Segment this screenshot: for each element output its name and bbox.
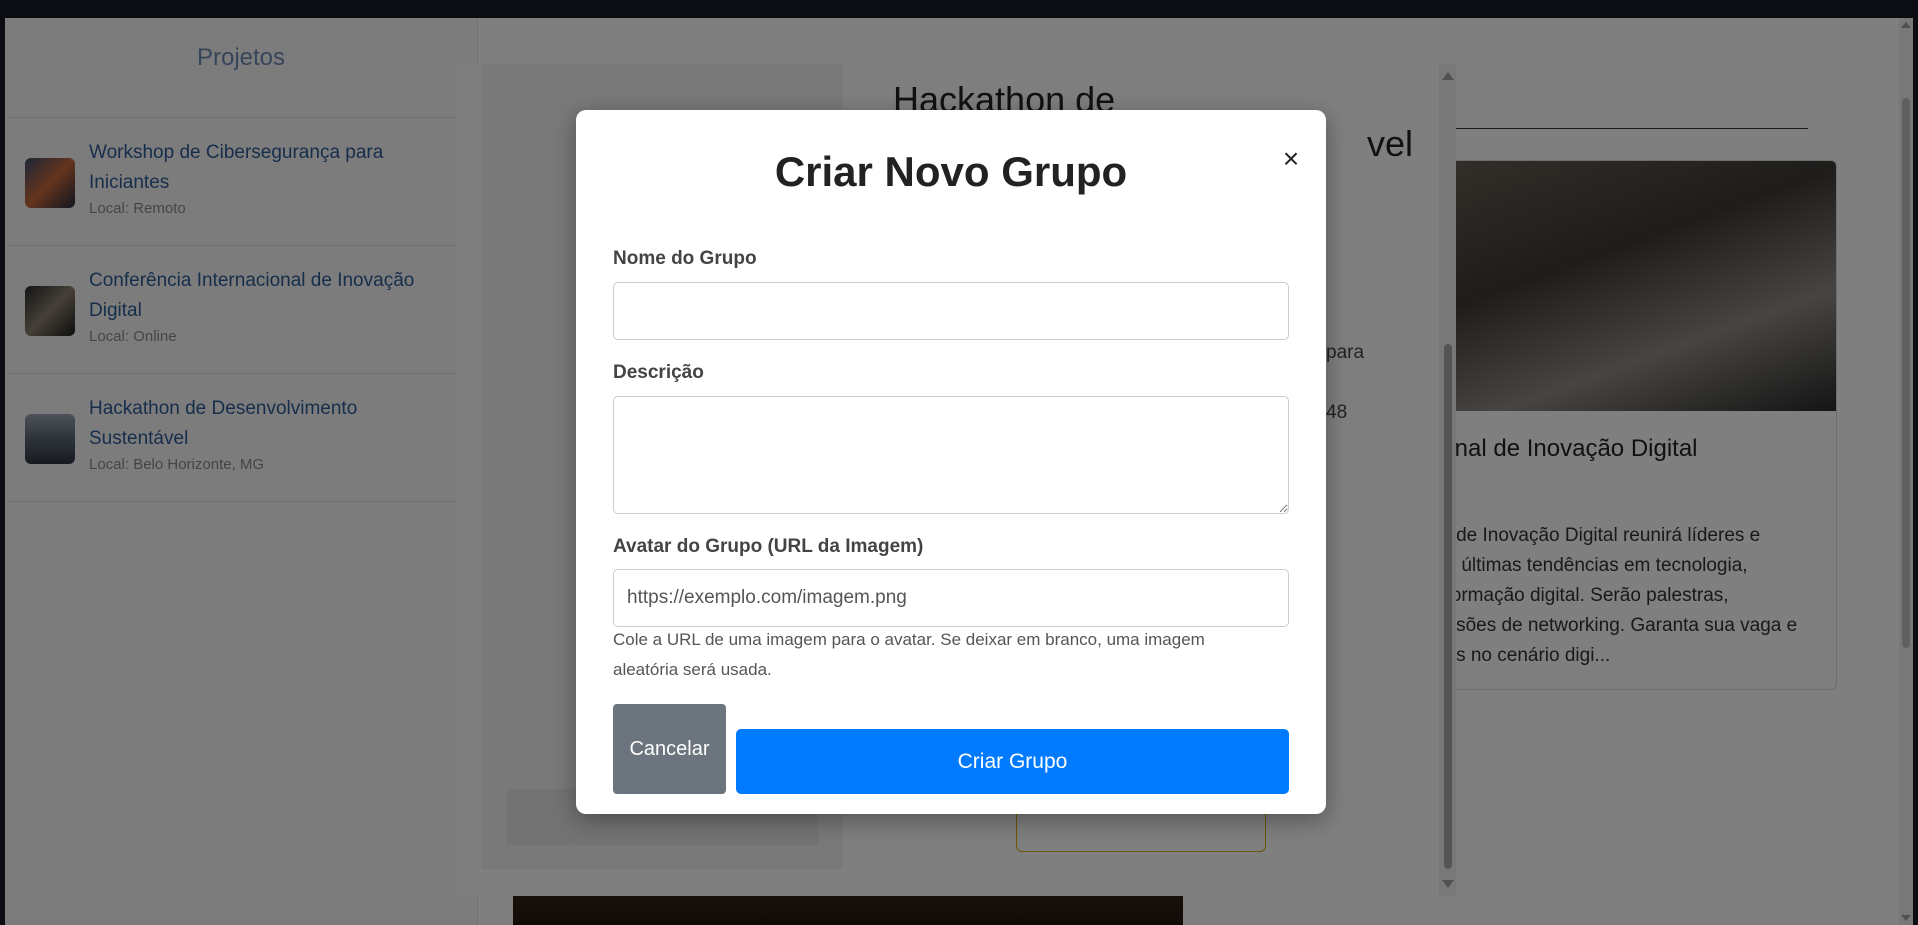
description-textarea[interactable] bbox=[613, 396, 1289, 514]
group-name-input[interactable] bbox=[613, 282, 1289, 340]
close-icon[interactable]: × bbox=[1276, 144, 1306, 174]
page: Projetos Workshop de Cibersegurança para… bbox=[5, 18, 1913, 925]
cancel-button[interactable]: Cancelar bbox=[613, 704, 726, 794]
avatar-label: Avatar do Grupo (URL da Imagem) bbox=[613, 536, 924, 557]
modal-title: Criar Novo Grupo bbox=[774, 148, 1128, 195]
browser-top-bar bbox=[0, 0, 1918, 18]
create-group-modal: Criar Novo Grupo × Nome do Grupo Descriç… bbox=[576, 110, 1326, 814]
avatar-url-input[interactable] bbox=[613, 569, 1289, 627]
avatar-help-text: Cole a URL de uma imagem para o avatar. … bbox=[613, 630, 1205, 679]
create-group-button[interactable]: Criar Grupo bbox=[736, 729, 1289, 794]
group-name-label: Nome do Grupo bbox=[613, 248, 757, 269]
description-label: Descrição bbox=[613, 362, 704, 383]
